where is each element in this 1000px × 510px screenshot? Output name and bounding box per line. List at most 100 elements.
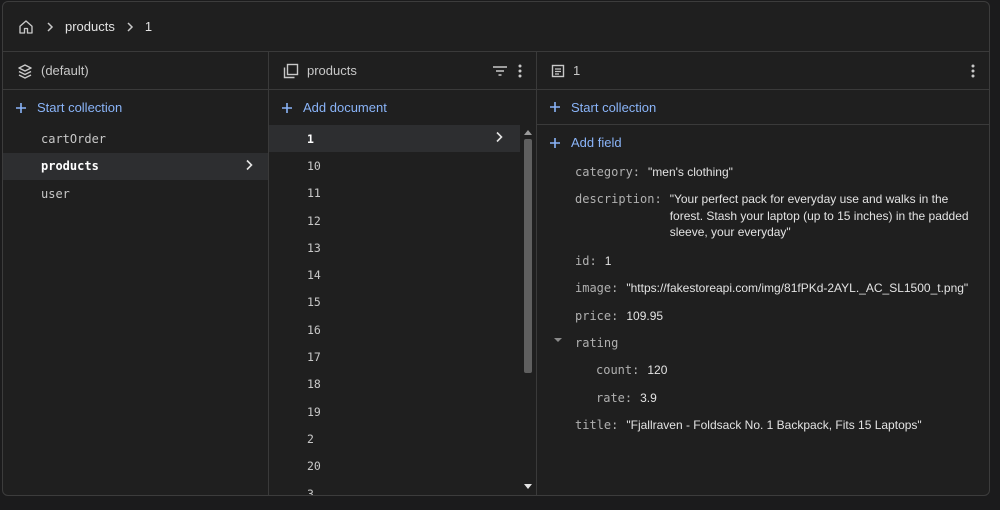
- breadcrumb: products 1: [3, 2, 989, 52]
- document-item[interactable]: 11: [269, 180, 520, 207]
- field-value-line: sleeve, your everyday": [669, 225, 791, 239]
- document-item[interactable]: 15: [269, 289, 520, 316]
- start-collection-button[interactable]: Start collection: [537, 90, 989, 125]
- plus-icon: [549, 137, 561, 149]
- document-item[interactable]: 14: [269, 261, 520, 288]
- database-name: (default): [41, 63, 89, 78]
- document-item[interactable]: 19: [269, 398, 520, 425]
- document-item-label: 11: [307, 186, 321, 201]
- field-value: "Your perfect pack for everyday use and …: [670, 191, 969, 241]
- breadcrumb-item-products[interactable]: products: [65, 19, 115, 34]
- field-value: "https://fakestoreapi.com/img/81fPKd-2AY…: [626, 281, 969, 295]
- document-list: 1 10 11 12 13 14 15 16 17 18 19 2 20 3: [269, 125, 520, 495]
- field-key: price:: [575, 309, 619, 323]
- field-title[interactable]: title: "Fjallraven - Foldsack No. 1 Back…: [575, 417, 922, 433]
- document-item-label: 20: [307, 459, 321, 474]
- document-panel-header: 1: [537, 52, 989, 90]
- collection-item-products[interactable]: products: [3, 152, 268, 180]
- document-item[interactable]: 16: [269, 316, 520, 343]
- field-id[interactable]: id: 1: [575, 253, 611, 269]
- stack-icon: [17, 63, 33, 79]
- field-key: category:: [575, 165, 641, 179]
- field-rating-count[interactable]: count: 120: [596, 362, 667, 378]
- document-list-area: 1 10 11 12 13 14 15 16 17 18 19 2 20 3: [269, 125, 536, 495]
- scroll-up-icon[interactable]: [522, 127, 534, 137]
- documents-panel: products Add document 1 10 11 12 13 14 15 16 17 1…: [269, 52, 537, 495]
- collection-item-cartorder[interactable]: cartOrder: [3, 125, 268, 153]
- document-id: 1: [573, 63, 581, 78]
- collection-item-label: user: [41, 186, 70, 201]
- document-item-label: 14: [307, 268, 321, 283]
- document-panel: 1 Start collection Add field category: "…: [537, 52, 989, 495]
- scrollbar[interactable]: [522, 127, 534, 491]
- field-value: "Fjallraven - Foldsack No. 1 Backpack, F…: [626, 418, 922, 432]
- field-rating[interactable]: rating: [575, 335, 618, 351]
- document-item-label: 2: [307, 431, 314, 446]
- add-field-button[interactable]: Add field: [537, 125, 989, 160]
- document-item[interactable]: 20: [269, 453, 520, 480]
- field-description[interactable]: description: "Your perfect pack for ever…: [575, 191, 969, 241]
- document-item[interactable]: 17: [269, 343, 520, 370]
- scroll-track[interactable]: [524, 139, 532, 479]
- document-item[interactable]: 13: [269, 234, 520, 261]
- document-item[interactable]: 3: [269, 480, 520, 496]
- document-item-label: 15: [307, 295, 321, 310]
- document-item[interactable]: 1: [269, 125, 520, 153]
- start-collection-label: Start collection: [571, 99, 657, 115]
- field-price[interactable]: price: 109.95: [575, 308, 663, 324]
- chevron-right-icon: [125, 21, 135, 32]
- collection-list: cartOrder products user: [3, 125, 268, 208]
- field-key: id:: [575, 254, 597, 268]
- field-key: image:: [575, 281, 619, 295]
- document-item-label: 13: [307, 240, 321, 255]
- chevron-right-icon: [45, 21, 55, 32]
- field-rating-rate[interactable]: rate: 3.9: [596, 390, 657, 406]
- collection-item-label: cartOrder: [41, 131, 107, 146]
- document-item-label: 18: [307, 377, 321, 392]
- documents-panel-header: products: [269, 52, 536, 90]
- collection-item-label: products: [41, 159, 99, 174]
- scroll-down-icon[interactable]: [522, 481, 534, 491]
- plus-icon: [549, 101, 561, 113]
- field-category[interactable]: category: "men's clothing": [575, 164, 733, 180]
- field-value: 120: [647, 363, 668, 377]
- field-value: 3.9: [640, 391, 657, 405]
- document-item-label: 16: [307, 322, 321, 337]
- start-collection-label: Start collection: [37, 100, 123, 115]
- document-icon: [551, 64, 565, 78]
- add-document-button[interactable]: Add document: [269, 90, 536, 125]
- filter-icon[interactable]: [492, 64, 508, 78]
- scroll-thumb[interactable]: [524, 139, 532, 373]
- plus-icon: [281, 102, 293, 114]
- field-value: 1: [604, 254, 612, 268]
- start-collection-button[interactable]: Start collection: [3, 90, 268, 125]
- field-value: "men's clothing": [648, 165, 733, 179]
- more-vert-icon[interactable]: [518, 64, 522, 78]
- field-value-line: forest. Stash your laptop (up to 15 inch…: [669, 208, 969, 223]
- add-field-label: Add field: [571, 135, 622, 150]
- plus-icon: [15, 102, 27, 114]
- collections-panel: (default) Start collection cartOrder pro…: [3, 52, 269, 495]
- firestore-data-viewer: products 1 (default) Start collection ca…: [2, 1, 990, 496]
- breadcrumb-item-document[interactable]: 1: [145, 19, 152, 34]
- field-key: description:: [575, 192, 662, 206]
- caret-down-icon[interactable]: [553, 335, 563, 345]
- field-key: rating: [575, 336, 619, 350]
- field-key: rate:: [596, 391, 633, 405]
- field-key: count:: [596, 363, 640, 377]
- document-item-label: 1: [307, 131, 314, 146]
- document-item[interactable]: 18: [269, 371, 520, 398]
- more-vert-icon[interactable]: [971, 64, 975, 78]
- document-item[interactable]: 10: [269, 152, 520, 179]
- collection-item-user[interactable]: user: [3, 180, 268, 208]
- home-icon[interactable]: [17, 18, 35, 36]
- document-item[interactable]: 12: [269, 207, 520, 234]
- field-image[interactable]: image: "https://fakestoreapi.com/img/81f…: [575, 280, 968, 296]
- document-item-label: 19: [307, 404, 321, 419]
- chevron-right-icon: [244, 159, 254, 174]
- document-item-label: 17: [307, 350, 321, 365]
- document-item-label: 10: [307, 158, 321, 173]
- document-item[interactable]: 2: [269, 425, 520, 452]
- field-value-line: "Your perfect pack for everyday use and …: [669, 192, 949, 206]
- document-item-label: 12: [307, 213, 321, 228]
